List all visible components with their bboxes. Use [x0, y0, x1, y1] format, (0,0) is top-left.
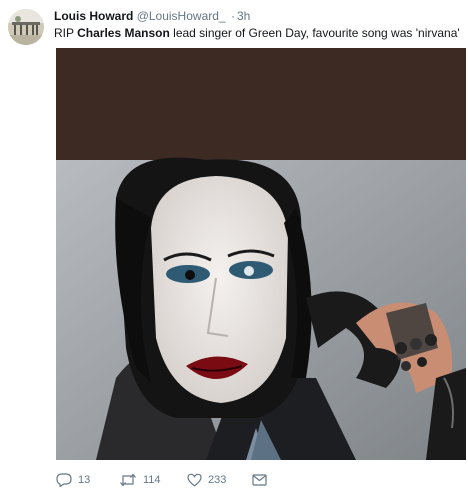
reply-button[interactable]: 13 — [56, 472, 90, 488]
like-count: 233 — [208, 474, 227, 486]
tweet-text-start: RIP — [54, 26, 78, 40]
tweet-header: Louis Howard @LouisHoward_ · 3h — [54, 9, 250, 23]
tweet-text-bold: Charles Manson — [77, 26, 170, 40]
tweet-card: Louis Howard @LouisHoward_ · 3h RIP Charl… — [0, 0, 468, 491]
display-name[interactable]: Louis Howard — [54, 9, 133, 23]
like-button[interactable]: 233 — [187, 472, 226, 488]
reply-icon — [56, 473, 72, 487]
tweet-text-end: lead singer of Green Day, favourite song… — [169, 26, 460, 40]
photo-image — [56, 48, 466, 460]
avatar[interactable] — [8, 9, 44, 45]
tweet-text: RIP Charles Manson lead singer of Green … — [54, 26, 460, 41]
user-handle[interactable]: @LouisHoward_ — [137, 9, 226, 23]
avatar-image — [8, 9, 44, 45]
reply-count: 13 — [78, 474, 91, 486]
retweet-icon — [120, 473, 136, 487]
timestamp[interactable]: 3h — [237, 9, 250, 23]
separator-dot: · — [230, 9, 235, 23]
retweet-count: 114 — [143, 474, 161, 486]
envelope-icon — [252, 474, 267, 486]
tweet-photo[interactable] — [56, 48, 466, 460]
retweet-button[interactable]: 114 — [119, 472, 161, 488]
direct-message-button[interactable] — [252, 472, 267, 488]
heart-icon — [187, 473, 202, 487]
